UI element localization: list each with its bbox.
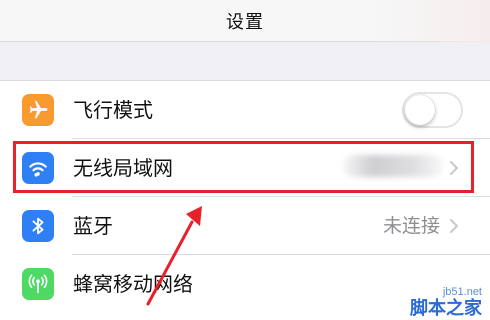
bluetooth-label: 蓝牙	[73, 214, 113, 238]
bluetooth-icon	[22, 210, 54, 242]
airplane-mode-label: 飞行模式	[73, 98, 153, 122]
settings-row-airplane-mode[interactable]: 飞行模式	[0, 81, 490, 139]
watermark: jb51.net 脚本之家	[410, 286, 482, 318]
section-spacer	[0, 43, 490, 80]
page-title: 设置	[226, 11, 264, 33]
settings-row-bluetooth[interactable]: 蓝牙 未连接	[0, 197, 490, 255]
settings-list: 飞行模式 无线局域网 蓝牙 未连接 蜂窝移动网络	[0, 80, 490, 320]
cellular-icon	[22, 268, 54, 300]
watermark-name: 脚本之家	[410, 298, 482, 318]
annotation-arrow	[146, 206, 202, 306]
airplane-mode-toggle[interactable]	[402, 92, 463, 128]
airplane-icon	[22, 94, 54, 126]
watermark-url: jb51.net	[442, 286, 482, 298]
status-area	[370, 0, 490, 42]
highlight-box	[13, 141, 474, 193]
toggle-knob	[405, 95, 435, 125]
chevron-right-icon	[450, 219, 458, 233]
bluetooth-status: 未连接	[382, 215, 440, 237]
